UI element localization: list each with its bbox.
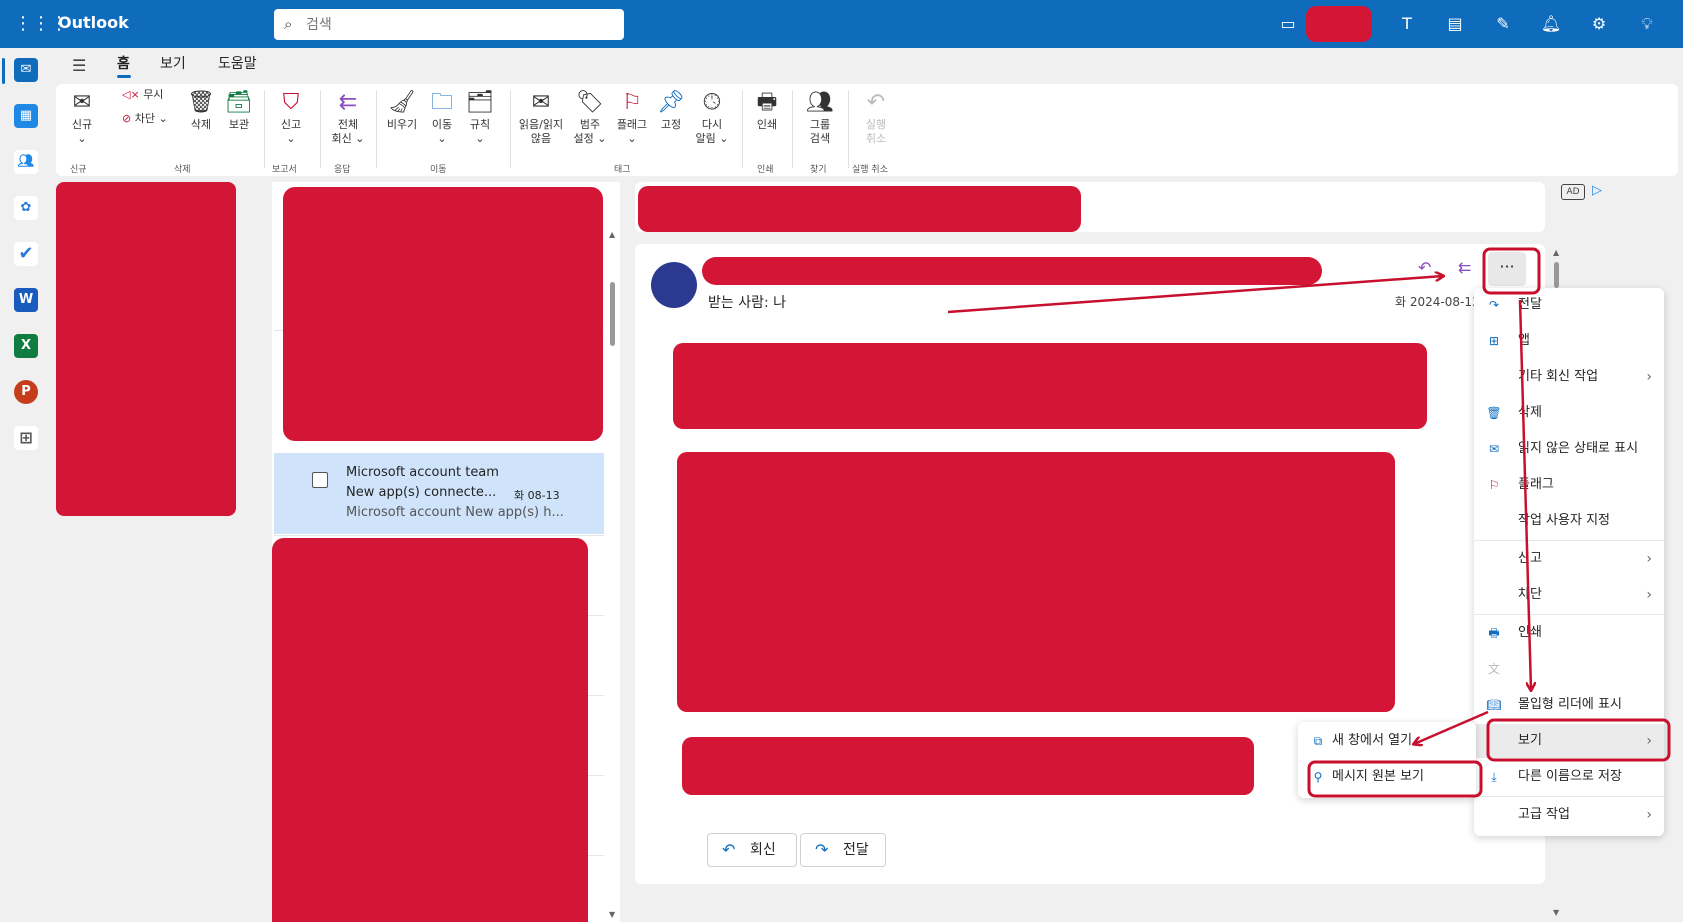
highlight-view-item [1486,718,1671,762]
highlight-view-source [1307,760,1483,798]
arrow-to-more-button [947,276,1443,314]
highlight-more-button [1482,247,1541,295]
annotation-overlay [947,247,1671,798]
arrow-to-view-source [1414,710,1489,744]
arrow-down-to-view [1518,299,1531,690]
